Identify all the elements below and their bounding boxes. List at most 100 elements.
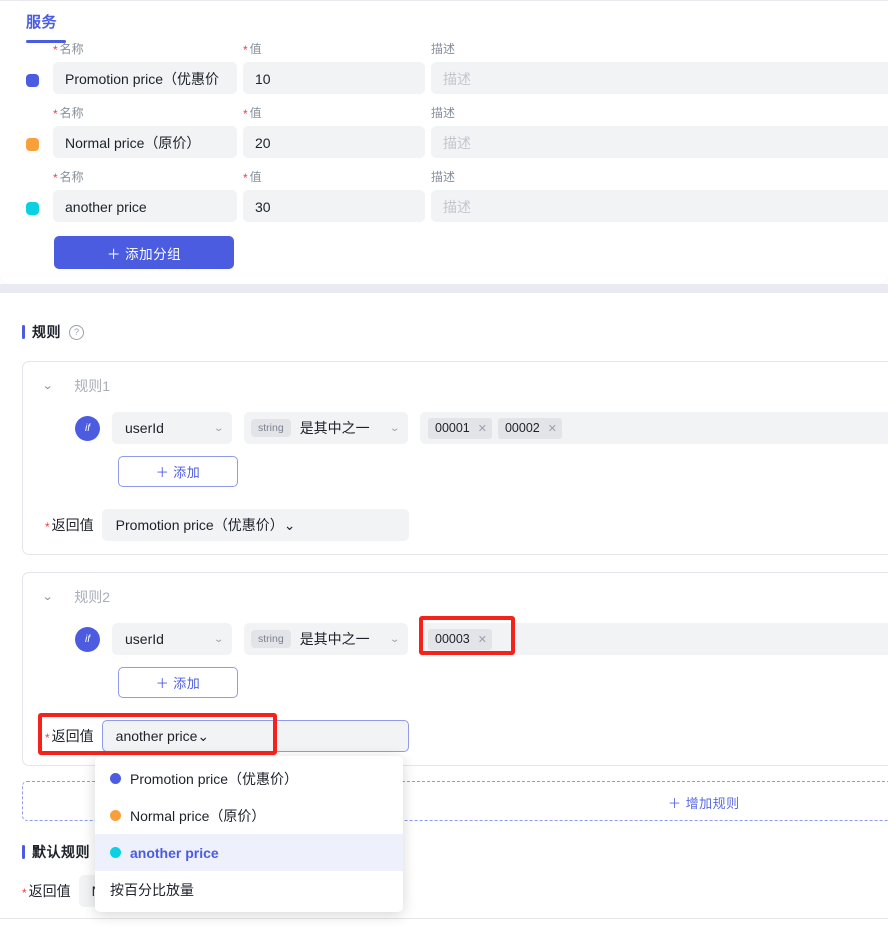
required-star: * <box>53 43 58 57</box>
rules-section-header: 规则 ? <box>22 322 84 342</box>
value-tag[interactable]: 00001 ✕ <box>428 418 492 439</box>
group-row: *名称 Promotion price（优惠价 *值 10 描述 描述 <box>0 40 888 104</box>
dropdown-option[interactable]: Promotion price（优惠价） <box>95 760 403 797</box>
group-name-input[interactable]: Normal price（原价） <box>53 126 237 158</box>
option-color-dot <box>110 810 121 821</box>
close-icon[interactable]: ✕ <box>478 422 487 435</box>
group-name-field: *名称 Promotion price（优惠价 <box>53 40 237 94</box>
condition-operator-value: 是其中之一 <box>300 629 370 649</box>
top-divider <box>0 0 888 1</box>
required-star: * <box>243 107 248 121</box>
rule-return-value: another price <box>116 728 198 744</box>
rule-header[interactable]: ⌄ 规则2 <box>43 587 110 607</box>
default-rule-section-title: 默认规则 <box>32 842 90 862</box>
chevron-down-icon: ⌄ <box>197 728 209 745</box>
condition-values-input[interactable]: 00001 ✕ 00002 ✕ <box>420 412 888 444</box>
required-star: * <box>22 886 27 900</box>
rule-return-select[interactable]: Promotion price（优惠价） ⌄ <box>102 509 409 541</box>
if-badge: if <box>75 627 100 652</box>
condition-operator-select[interactable]: string 是其中之一 ⌄ <box>244 623 408 655</box>
group-value-label: *值 <box>243 40 425 58</box>
required-star: * <box>53 171 58 185</box>
group-desc-label: 描述 <box>431 104 888 122</box>
group-value-input[interactable]: 30 <box>243 190 425 222</box>
condition-type-tag: string <box>251 630 291 648</box>
group-desc-label: 描述 <box>431 168 888 186</box>
group-desc-input[interactable]: 描述 <box>431 190 888 222</box>
service-card: 服务 *名称 Promotion price（优惠价 *值 10 描述 描述 *… <box>0 0 888 284</box>
group-value-field: *值 20 <box>243 104 425 158</box>
required-star: * <box>45 520 50 534</box>
value-tag[interactable]: 00003 ✕ <box>428 629 492 650</box>
group-color-dot[interactable] <box>26 202 39 215</box>
group-name-field: *名称 another price <box>53 168 237 222</box>
service-group-rows: *名称 Promotion price（优惠价 *值 10 描述 描述 *名称 … <box>0 40 888 232</box>
dropdown-option[interactable]: Normal price（原价） <box>95 797 403 834</box>
condition-row: if userId ⌄ string 是其中之一 ⌄ 00001 ✕ 00002… <box>75 412 888 444</box>
chevron-down-icon: ⌄ <box>376 423 400 434</box>
close-icon[interactable]: ✕ <box>478 633 487 646</box>
rule-name: 规则1 <box>74 376 110 396</box>
rule-header[interactable]: ⌄ 规则1 <box>43 376 110 396</box>
condition-field-value: userId <box>125 631 164 647</box>
dropdown-option-label: another price <box>130 845 219 861</box>
rule-return-select[interactable]: another price ⌄ <box>102 720 409 752</box>
required-star: * <box>53 107 58 121</box>
group-value-field: *值 10 <box>243 40 425 94</box>
rule-return-value: Promotion price（优惠价） <box>116 515 284 535</box>
group-row: *名称 Normal price（原价） *值 20 描述 描述 <box>0 104 888 168</box>
required-star: * <box>243 43 248 57</box>
chevron-down-icon[interactable]: ⌄ <box>42 592 54 603</box>
group-value-field: *值 30 <box>243 168 425 222</box>
group-value-input[interactable]: 20 <box>243 126 425 158</box>
condition-row: if userId ⌄ string 是其中之一 ⌄ 00003 ✕ <box>75 623 888 655</box>
rules-section-title: 规则 <box>32 322 61 342</box>
group-row: *名称 another price *值 30 描述 描述 <box>0 168 888 232</box>
group-desc-input[interactable]: 描述 <box>431 62 888 94</box>
tab-service[interactable]: 服务 <box>26 13 57 40</box>
close-icon[interactable]: ✕ <box>548 422 557 435</box>
group-name-field: *名称 Normal price（原价） <box>53 104 237 158</box>
group-desc-field: 描述 描述 <box>431 168 888 222</box>
value-tag-label: 00001 <box>435 421 470 435</box>
condition-type-tag: string <box>251 419 291 437</box>
group-name-input[interactable]: Promotion price（优惠价 <box>53 62 237 94</box>
help-circle-icon[interactable]: ? <box>69 325 84 340</box>
dropdown-option-label: Normal price（原价） <box>130 806 265 826</box>
chevron-down-icon[interactable]: ⌄ <box>42 381 54 392</box>
condition-field-value: userId <box>125 420 164 436</box>
dropdown-option-label: 按百分比放量 <box>110 880 194 900</box>
group-name-input[interactable]: another price <box>53 190 237 222</box>
dropdown-option-selected[interactable]: another price <box>95 834 403 871</box>
section-accent-bar <box>22 845 25 859</box>
group-name-label: *名称 <box>53 168 237 186</box>
dropdown-option[interactable]: 按百分比放量 <box>95 871 403 908</box>
condition-field-select[interactable]: userId ⌄ <box>112 412 232 444</box>
dropdown-option-label: Promotion price（优惠价） <box>130 769 298 789</box>
condition-field-select[interactable]: userId ⌄ <box>112 623 232 655</box>
group-color-dot[interactable] <box>26 138 39 151</box>
condition-values-input[interactable]: 00003 ✕ <box>420 623 888 655</box>
condition-operator-select[interactable]: string 是其中之一 ⌄ <box>244 412 408 444</box>
group-desc-field: 描述 描述 <box>431 104 888 158</box>
value-tag[interactable]: 00002 ✕ <box>498 418 562 439</box>
group-color-dot[interactable] <box>26 74 39 87</box>
chevron-down-icon: ⌄ <box>376 634 400 645</box>
add-condition-button[interactable]: ＋ 添加 <box>118 456 238 487</box>
required-star: * <box>45 731 50 745</box>
option-color-dot <box>110 847 121 858</box>
chevron-down-icon: ⌄ <box>284 517 296 534</box>
return-value-dropdown: Promotion price（优惠价） Normal price（原价） an… <box>95 756 403 912</box>
group-desc-input[interactable]: 描述 <box>431 126 888 158</box>
value-tag-label: 00002 <box>505 421 540 435</box>
add-group-button[interactable]: ＋ 添加分组 <box>54 236 234 269</box>
add-condition-button[interactable]: ＋ 添加 <box>118 667 238 698</box>
group-value-label: *值 <box>243 104 425 122</box>
value-tag-label: 00003 <box>435 632 470 646</box>
rule-card: ⌄ 规则1 if userId ⌄ string 是其中之一 ⌄ 00001 ✕… <box>22 361 888 555</box>
group-name-label: *名称 <box>53 40 237 58</box>
group-value-label: *值 <box>243 168 425 186</box>
rule-return-row: *返回值 another price ⌄ <box>45 720 409 752</box>
rule-return-label: *返回值 <box>45 726 94 746</box>
group-value-input[interactable]: 10 <box>243 62 425 94</box>
